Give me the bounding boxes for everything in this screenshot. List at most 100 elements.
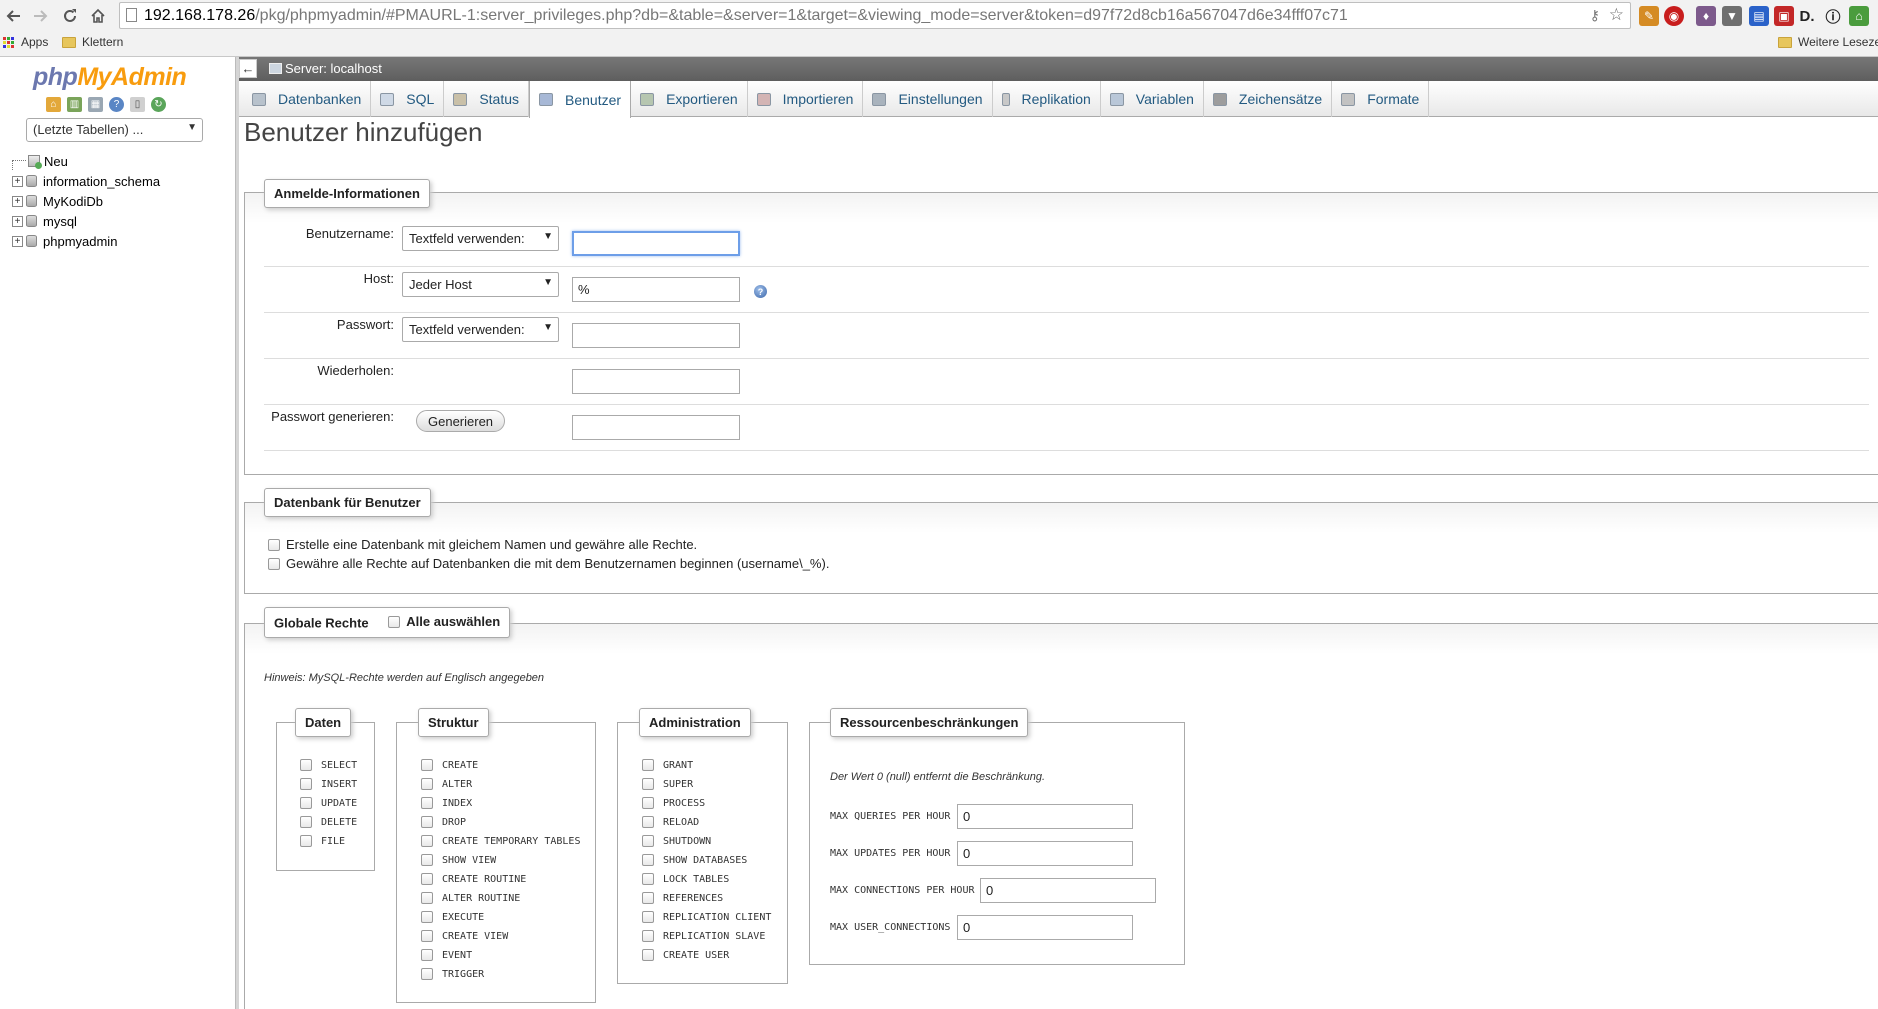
priv-replication-slave[interactable]: REPLICATION SLAVE xyxy=(642,930,765,942)
tree-item-mysql[interactable]: + mysql xyxy=(12,212,77,230)
priv-checkbox[interactable] xyxy=(421,835,433,847)
priv-insert[interactable]: INSERT xyxy=(300,778,357,790)
priv-checkbox[interactable] xyxy=(421,759,433,771)
phpmyadmin-logo[interactable]: phpMyAdmin xyxy=(33,63,187,92)
priv-checkbox[interactable] xyxy=(421,873,433,885)
extension-3-icon[interactable]: ♦ xyxy=(1696,6,1716,26)
tree-item-new[interactable]: Neu xyxy=(12,152,68,170)
nav-resizer[interactable] xyxy=(236,57,239,1009)
priv-checkbox[interactable] xyxy=(421,949,433,961)
priv-checkbox[interactable] xyxy=(300,835,312,847)
extension-1-icon[interactable]: ✎ xyxy=(1639,6,1659,26)
priv-event[interactable]: EVENT xyxy=(421,949,472,961)
priv-checkbox[interactable] xyxy=(300,778,312,790)
expand-icon[interactable]: + xyxy=(12,215,23,227)
priv-checkbox[interactable] xyxy=(642,892,654,904)
recent-tables-select[interactable]: (Letzte Tabellen) ... ▼ xyxy=(26,118,203,142)
extension-4-icon[interactable]: ▼ xyxy=(1722,6,1742,26)
priv-checkbox[interactable] xyxy=(421,778,433,790)
priv-checkbox[interactable] xyxy=(642,930,654,942)
tree-item-information-schema[interactable]: + information_schema xyxy=(12,172,160,190)
priv-process[interactable]: PROCESS xyxy=(642,797,705,809)
priv-checkbox[interactable] xyxy=(300,759,312,771)
logout-icon[interactable]: ▥ xyxy=(67,97,82,112)
wildcard-db-checkbox[interactable] xyxy=(268,557,280,570)
priv-checkbox[interactable] xyxy=(421,854,433,866)
priv-checkbox[interactable] xyxy=(642,949,654,961)
extension-2-icon[interactable]: ◉ xyxy=(1664,6,1684,26)
repeat-password-input[interactable] xyxy=(572,369,740,394)
generated-password-input[interactable] xyxy=(572,415,740,440)
priv-file[interactable]: FILE xyxy=(300,835,345,847)
priv-grant[interactable]: GRANT xyxy=(642,759,693,771)
expand-icon[interactable]: + xyxy=(12,175,23,187)
help-icon[interactable]: ? xyxy=(754,285,767,298)
documentation-icon[interactable]: ▯ xyxy=(130,97,145,112)
priv-references[interactable]: REFERENCES xyxy=(642,892,723,904)
tree-item-phpmyadmin[interactable]: + phpmyadmin xyxy=(12,232,117,250)
max-updates-input[interactable] xyxy=(957,841,1133,866)
extension-7-icon[interactable]: D. xyxy=(1797,6,1817,26)
reload-icon[interactable] xyxy=(58,4,82,28)
priv-execute[interactable]: EXECUTE xyxy=(421,911,484,923)
generate-password-button[interactable]: Generieren xyxy=(416,410,506,432)
priv-index[interactable]: INDEX xyxy=(421,797,472,809)
extension-8-icon[interactable]: ⌂ xyxy=(1849,6,1869,26)
priv-delete[interactable]: DELETE xyxy=(300,816,357,828)
host-select[interactable]: Jeder Host ▼ xyxy=(402,272,559,297)
select-all-checkbox[interactable] xyxy=(388,615,401,628)
tab-benutzer[interactable]: Benutzer xyxy=(529,81,632,118)
priv-checkbox[interactable] xyxy=(300,816,312,828)
address-bar[interactable]: 192.168.178.26/pkg/phpmyadmin/#PMAURL-1:… xyxy=(119,2,1631,29)
max-user-connections-input[interactable] xyxy=(957,915,1133,940)
password-input[interactable] xyxy=(572,323,740,348)
priv-create-view[interactable]: CREATE VIEW xyxy=(421,930,508,942)
tree-item-mykodidb[interactable]: + MyKodiDb xyxy=(12,192,103,210)
host-input[interactable] xyxy=(572,277,740,302)
priv-create-routine[interactable]: CREATE ROUTINE xyxy=(421,873,526,885)
priv-create[interactable]: CREATE xyxy=(421,759,478,771)
tab-datenbanken[interactable]: Datenbanken xyxy=(243,81,372,117)
tab-formate[interactable]: Formate xyxy=(1332,81,1430,117)
priv-alter[interactable]: ALTER xyxy=(421,778,472,790)
info-icon[interactable]: ⓘ xyxy=(1823,6,1843,26)
select-all-option[interactable]: Alle auswählen xyxy=(388,614,500,629)
priv-update[interactable]: UPDATE xyxy=(300,797,357,809)
collapse-nav-button[interactable]: ← xyxy=(239,59,257,78)
priv-checkbox[interactable] xyxy=(421,892,433,904)
priv-select[interactable]: SELECT xyxy=(300,759,357,771)
priv-drop[interactable]: DROP xyxy=(421,816,466,828)
max-connections-input[interactable] xyxy=(980,878,1156,903)
priv-create-user[interactable]: CREATE USER xyxy=(642,949,729,961)
back-arrow-icon[interactable] xyxy=(2,4,26,28)
expand-icon[interactable]: + xyxy=(12,235,23,247)
priv-checkbox[interactable] xyxy=(642,911,654,923)
tab-status[interactable]: Status xyxy=(444,81,530,117)
priv-checkbox[interactable] xyxy=(642,835,654,847)
max-queries-input[interactable] xyxy=(957,804,1133,829)
tab-einstellungen[interactable]: Einstellungen xyxy=(863,81,993,117)
tab-variablen[interactable]: Variablen xyxy=(1101,81,1204,117)
tab-replikation[interactable]: Replikation xyxy=(993,81,1101,117)
star-icon[interactable]: ☆ xyxy=(1609,5,1624,25)
query-window-icon[interactable]: ▦ xyxy=(88,97,103,112)
key-icon[interactable]: ⚷ xyxy=(1590,7,1600,24)
extension-6-icon[interactable]: ▣ xyxy=(1774,6,1794,26)
create-db-checkbox[interactable] xyxy=(268,538,280,551)
priv-show-view[interactable]: SHOW VIEW xyxy=(421,854,496,866)
priv-checkbox[interactable] xyxy=(421,911,433,923)
priv-checkbox[interactable] xyxy=(642,797,654,809)
create-db-option[interactable]: Erstelle eine Datenbank mit gleichem Nam… xyxy=(268,537,697,552)
tab-exportieren[interactable]: Exportieren xyxy=(631,81,748,117)
priv-lock-tables[interactable]: LOCK TABLES xyxy=(642,873,729,885)
priv-checkbox[interactable] xyxy=(300,797,312,809)
priv-checkbox[interactable] xyxy=(421,930,433,942)
priv-shutdown[interactable]: SHUTDOWN xyxy=(642,835,711,847)
extension-5-icon[interactable]: ▤ xyxy=(1749,6,1769,26)
priv-create-temporary-tables[interactable]: CREATE TEMPORARY TABLES xyxy=(421,835,580,847)
forward-arrow-icon[interactable] xyxy=(28,4,52,28)
help-icon[interactable]: ? xyxy=(109,97,124,112)
priv-checkbox[interactable] xyxy=(421,797,433,809)
home-icon[interactable] xyxy=(86,4,110,28)
username-input[interactable] xyxy=(572,231,740,256)
